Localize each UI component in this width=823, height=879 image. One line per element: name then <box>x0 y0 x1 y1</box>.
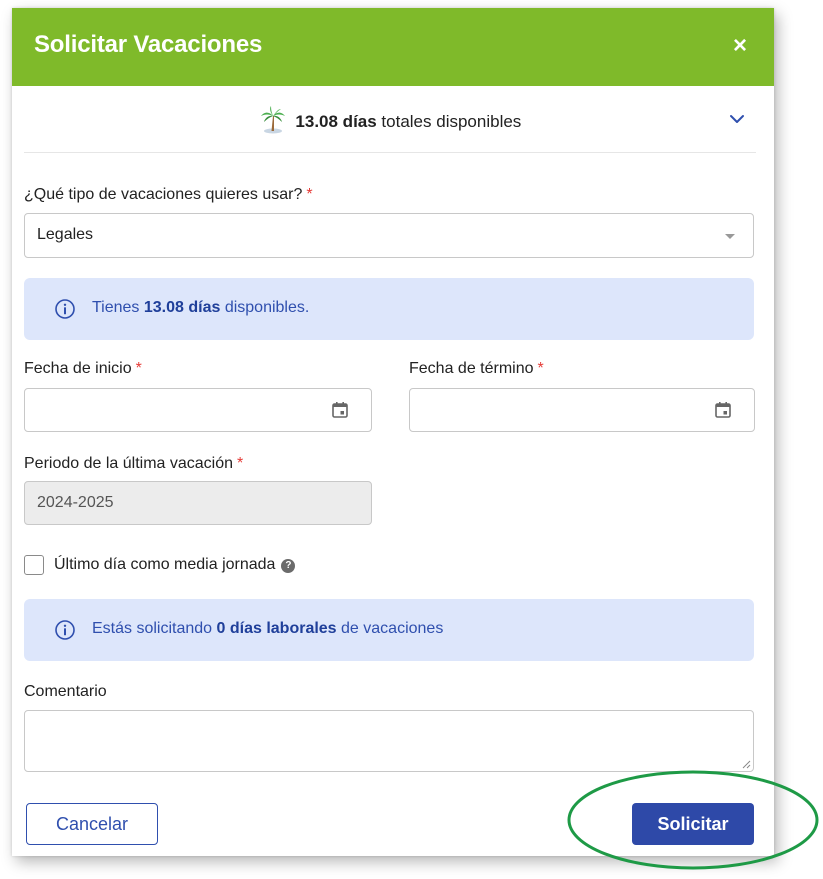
modal-header: Solicitar Vacaciones × <box>12 8 774 86</box>
half-day-label[interactable]: Último día como media jornada? <box>54 556 296 574</box>
period-label: Periodo de la última vacación * <box>24 455 244 472</box>
palm-tree-icon <box>260 106 285 134</box>
summary-suffix: totales disponibles <box>376 112 522 131</box>
comment-label: Comentario <box>24 683 107 700</box>
cancel-button[interactable]: Cancelar <box>26 803 158 845</box>
submit-button[interactable]: Solicitar <box>632 803 754 845</box>
available-days-summary[interactable]: 13.08 días totales disponibles <box>24 86 756 153</box>
info-icon <box>55 620 75 640</box>
available-days-alert: Tienes 13.08 días disponibles. <box>24 278 754 340</box>
calendar-icon[interactable] <box>714 401 732 419</box>
required-mark: * <box>135 360 142 377</box>
start-date-field[interactable] <box>24 388 372 432</box>
end-date-field[interactable] <box>409 388 755 432</box>
requesting-days-alert: Estás solicitando 0 días laborales de va… <box>24 599 754 661</box>
available-days-text: Tienes 13.08 días disponibles. <box>92 299 310 316</box>
start-date-label: Fecha de inicio * <box>24 360 142 377</box>
period-value: 2024-2025 <box>37 494 114 511</box>
requesting-days-text: Estás solicitando 0 días laborales de va… <box>92 620 444 637</box>
resize-grip-icon[interactable] <box>741 759 751 769</box>
summary-text: 13.08 días totales disponibles <box>24 106 756 134</box>
vacation-type-select[interactable]: Legales <box>24 213 754 258</box>
info-icon <box>55 299 75 319</box>
chevron-down-icon[interactable] <box>728 110 746 128</box>
period-field: 2024-2025 <box>24 481 372 525</box>
end-date-label: Fecha de término * <box>409 360 544 377</box>
vacation-type-label: ¿Qué tipo de vacaciones quieres usar? * <box>24 186 313 203</box>
vacation-type-value: Legales <box>37 226 94 243</box>
half-day-checkbox[interactable] <box>24 555 44 575</box>
close-icon[interactable]: × <box>728 31 752 61</box>
vacation-request-modal: Solicitar Vacaciones × 13.08 días totale… <box>12 8 774 856</box>
modal-title: Solicitar Vacaciones <box>34 31 263 58</box>
required-mark: * <box>306 186 313 203</box>
required-mark: * <box>537 360 544 377</box>
caret-down-icon <box>725 234 735 239</box>
required-mark: * <box>237 455 244 472</box>
summary-days: 13.08 días <box>295 112 377 131</box>
comment-textarea[interactable] <box>24 710 754 772</box>
calendar-icon[interactable] <box>331 401 349 419</box>
help-icon[interactable]: ? <box>281 559 296 573</box>
